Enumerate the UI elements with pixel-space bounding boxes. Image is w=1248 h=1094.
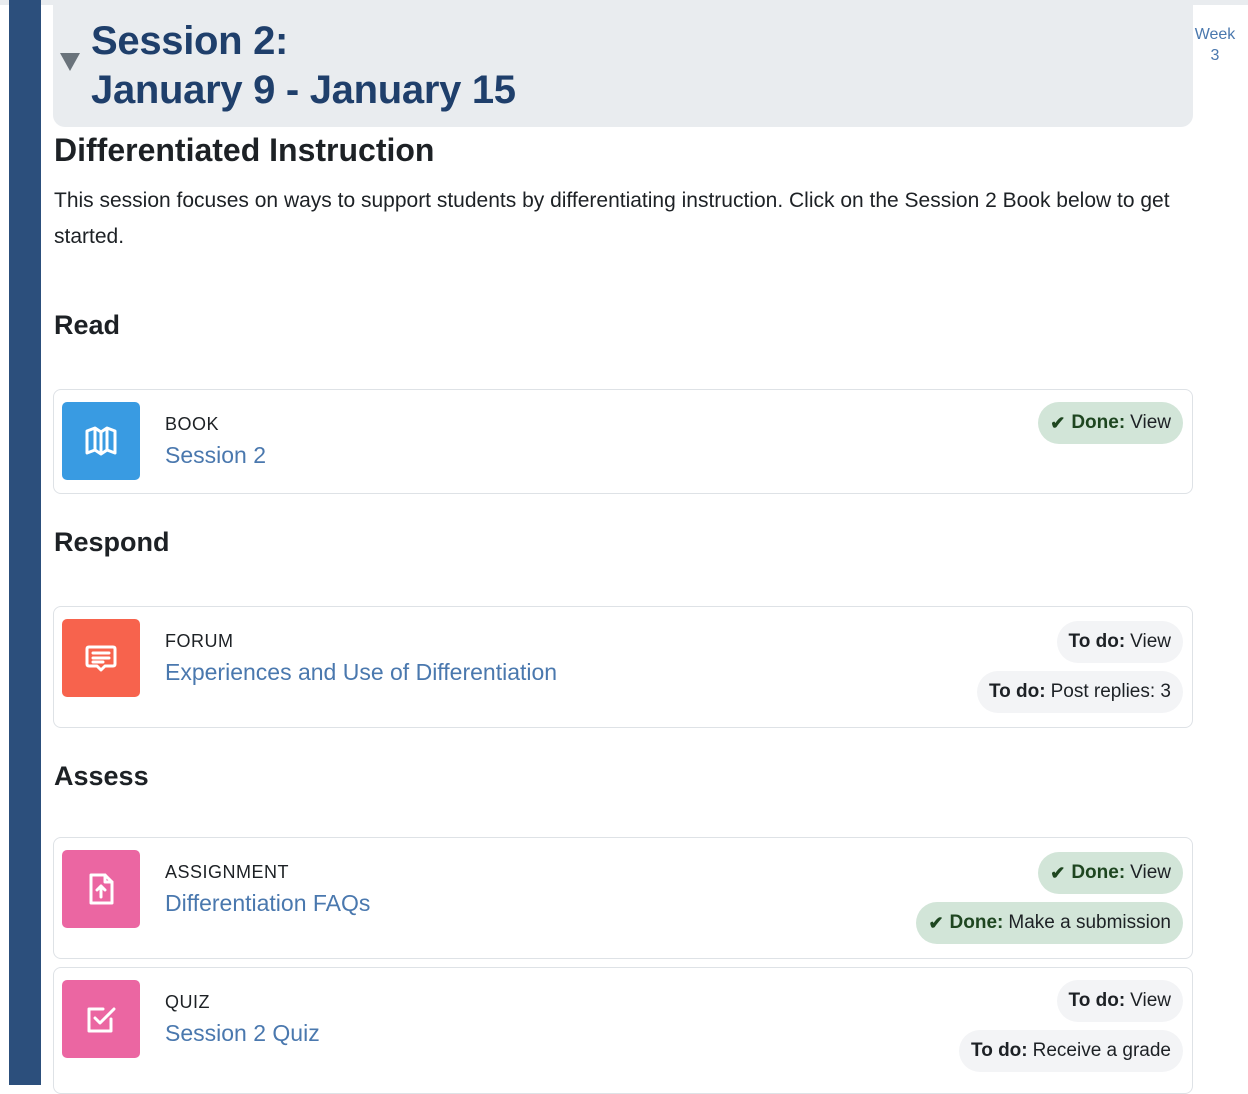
week-number: 3: [1210, 47, 1220, 64]
badge-status: To do:: [1068, 631, 1126, 652]
week-link[interactable]: Week 3: [1186, 24, 1244, 66]
activity-type: QUIZ: [165, 992, 210, 1012]
activity-link[interactable]: Session 2: [165, 442, 266, 469]
activity-link[interactable]: Experiences and Use of Differentiation: [165, 659, 557, 686]
week-word: Week: [1194, 26, 1236, 43]
completion-badge: To do: Receive a grade: [959, 1030, 1183, 1072]
check-icon: ✔: [928, 912, 944, 933]
section-title-line2: January 9 - January 15: [91, 68, 516, 112]
assignment-upload-icon[interactable]: [62, 850, 140, 928]
completion-badge: ✔ Done: View: [1038, 402, 1183, 444]
completion-badge: ✔ Done: View: [1038, 852, 1183, 894]
completion-badge: To do: Post replies: 3: [976, 671, 1183, 713]
content-title: Differentiated Instruction: [54, 132, 435, 168]
badge-text: View: [1130, 862, 1171, 883]
badge-status: Done:: [1071, 862, 1126, 883]
activity-quiz: QUIZ Session 2 Quiz To do: View To do: R…: [53, 967, 1193, 1094]
subheading-respond: Respond: [54, 527, 170, 557]
collapse-triangle-icon[interactable]: [60, 53, 80, 71]
completion-badge: To do: View: [1056, 980, 1183, 1022]
course-index-bar: [9, 0, 41, 1085]
badge-text: Make a submission: [1008, 912, 1171, 933]
section-summary: This session focuses on ways to support …: [54, 189, 1170, 248]
badge-status: To do:: [988, 681, 1046, 702]
subheading-read: Read: [54, 310, 121, 340]
badge-text: Post replies: 3: [1050, 681, 1171, 702]
book-icon[interactable]: [62, 402, 140, 480]
subheading-assess: Assess: [54, 761, 149, 791]
activity-type: ASSIGNMENT: [165, 862, 290, 882]
activity-type: BOOK: [165, 414, 220, 434]
badge-text: View: [1130, 990, 1171, 1011]
badge-text: Receive a grade: [1032, 1040, 1171, 1061]
badge-text: View: [1130, 631, 1171, 652]
completion-badge: ✔ Done: Make a submission: [916, 902, 1183, 944]
activity-book: BOOK Session 2 ✔ Done: View: [53, 389, 1193, 494]
section-title-line1: Session 2:: [91, 19, 289, 63]
activity-link[interactable]: Session 2 Quiz: [165, 1020, 320, 1047]
activity-assignment: ASSIGNMENT Differentiation FAQs ✔ Done: …: [53, 837, 1193, 959]
badge-status: To do:: [971, 1040, 1028, 1061]
section-header: Session 2: January 9 - January 15: [53, 5, 1193, 127]
activity-forum: FORUM Experiences and Use of Differentia…: [53, 606, 1193, 728]
section-title[interactable]: Session 2: January 9 - January 15: [91, 17, 516, 115]
check-icon: ✔: [1050, 862, 1066, 883]
check-icon: ✔: [1050, 412, 1066, 433]
forum-icon[interactable]: [62, 619, 140, 697]
quiz-checkbox-icon[interactable]: [62, 980, 140, 1058]
badge-status: Done:: [949, 912, 1004, 933]
activity-type: FORUM: [165, 631, 234, 651]
completion-badge: To do: View: [1056, 621, 1183, 663]
badge-text: View: [1130, 412, 1171, 433]
badge-status: To do:: [1068, 990, 1126, 1011]
badge-status: Done:: [1071, 412, 1126, 433]
activity-link[interactable]: Differentiation FAQs: [165, 890, 370, 917]
